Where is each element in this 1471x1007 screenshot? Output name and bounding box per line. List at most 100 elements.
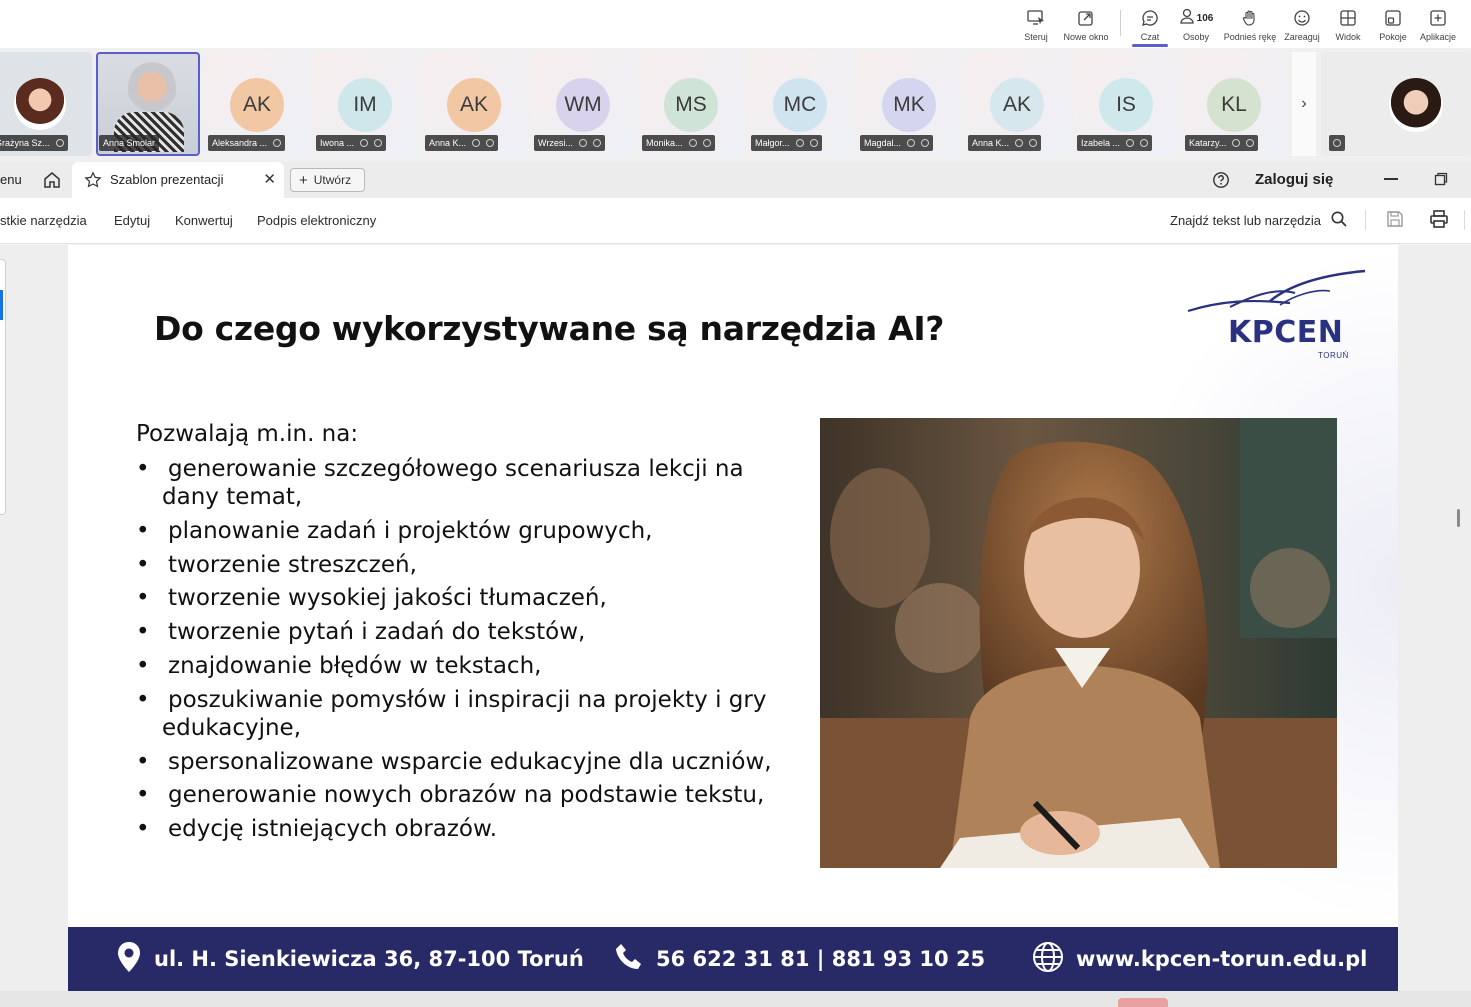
slide-bullet-list: generowanie szczegółowego scenariusza le… (136, 455, 836, 849)
participant-name: Anna Smolar (103, 138, 156, 148)
raise-hand-icon (1242, 8, 1258, 28)
participant-tile[interactable]: WM Wrzesi... (531, 52, 635, 156)
participant-name: Monika... (646, 138, 683, 148)
list-item: tworzenie wysokiej jakości tłumaczeń, (136, 584, 836, 612)
participant-name: Małgor... (755, 138, 790, 148)
participant-name: Anna K... (972, 138, 1010, 148)
participant-name: Katarzy... (1189, 138, 1227, 148)
mic-off-icon (921, 139, 930, 147)
mic-off-icon (273, 139, 282, 147)
react-button[interactable]: Zareaguj (1276, 8, 1328, 44)
phone-icon (614, 942, 644, 977)
chat-button[interactable]: Czat (1124, 8, 1176, 44)
mic-off-icon (1333, 139, 1341, 147)
search-icon[interactable] (1330, 210, 1348, 233)
participant-tile[interactable]: AK Anna K... (965, 52, 1069, 156)
list-item: spersonalizowane wsparcie edukacyjne dla… (136, 748, 836, 776)
star-icon[interactable] (84, 171, 102, 194)
view-icon (1339, 8, 1357, 28)
gallery-next-button[interactable]: › (1292, 52, 1316, 156)
acrobat-tab-bar: enu Szablon prezentacji ✕ + Utwórz Zalog… (0, 162, 1471, 198)
participant-name: Wrzesi... (538, 138, 573, 148)
participant-tile[interactable]: MK Magdal... (857, 52, 961, 156)
participant-tile-active-speaker[interactable]: Anna Smolar (96, 52, 200, 156)
participant-avatar: AK (990, 78, 1044, 132)
menu-convert[interactable]: Konwertuj (175, 213, 233, 228)
participant-name: Aleksandra ... (212, 138, 268, 148)
list-item: tworzenie streszczeń, (136, 551, 836, 579)
participant-tile[interactable]: AK Anna K... (422, 52, 526, 156)
print-icon[interactable] (1429, 209, 1449, 234)
mic-off-icon (1029, 139, 1038, 147)
camera-off-icon (472, 139, 481, 147)
participant-avatar: MC (773, 78, 827, 132)
chat-icon (1141, 8, 1159, 28)
left-side-panel[interactable] (0, 259, 6, 515)
close-tab-icon[interactable]: ✕ (263, 170, 276, 188)
minimize-icon[interactable] (1384, 178, 1398, 180)
document-tab[interactable]: Szablon prezentacji ✕ (72, 162, 284, 198)
people-button[interactable]: 106 Osoby (1170, 8, 1222, 44)
kpcen-logo: KPCEN TORUŃ (1180, 267, 1370, 367)
menu-all-tools[interactable]: stkie narzędzia (0, 213, 87, 228)
help-icon[interactable] (1212, 171, 1230, 194)
participant-name: Magdal... (864, 138, 902, 148)
menu-e-signature[interactable]: Podpis elektroniczny (257, 213, 376, 228)
create-button[interactable]: + Utwórz (290, 168, 365, 192)
self-view-tile[interactable] (1321, 52, 1471, 156)
participant-name: Anna K... (429, 138, 467, 148)
chevron-right-icon: › (1301, 95, 1307, 112)
participant-avatar: MS (664, 78, 718, 132)
mic-off-icon (55, 139, 64, 147)
mic-off-icon (374, 139, 383, 147)
find-text-or-tools[interactable]: Znajdź tekst lub narzędzia (1170, 213, 1321, 228)
participant-avatar: KL (1207, 78, 1261, 132)
home-icon[interactable] (42, 170, 62, 195)
participant-tile[interactable]: Grażyna Sz... (0, 52, 92, 156)
participant-tile[interactable]: MC Małgor... (748, 52, 852, 156)
save-icon[interactable] (1386, 210, 1404, 233)
mic-off-icon (592, 139, 601, 147)
participant-tile[interactable]: MS Monika... (639, 52, 743, 156)
participant-tile[interactable]: KL Katarzy... (1182, 52, 1286, 156)
participant-name: Izabela ... (1081, 138, 1121, 148)
participant-tile[interactable]: AK Aleksandra ... (205, 52, 309, 156)
sign-in-button[interactable]: Zaloguj się (1255, 171, 1333, 188)
share-control-button[interactable]: Steruj (1010, 8, 1062, 44)
menu-button[interactable]: enu (0, 172, 22, 187)
list-item: generowanie szczegółowego scenariusza le… (136, 455, 836, 511)
mic-off-icon (702, 139, 711, 147)
logo-wordmark: KPCEN (1228, 315, 1344, 350)
raise-hand-button[interactable]: Podnieś rękę (1224, 8, 1276, 44)
list-item: generowanie nowych obrazów na podstawie … (136, 781, 836, 809)
student-illustration (820, 418, 1337, 868)
participant-tile[interactable]: IS Izabela ... (1074, 52, 1178, 156)
camera-off-icon (907, 139, 916, 147)
new-window-button[interactable]: Nowe okno (1060, 8, 1112, 44)
slide-intro-text: Pozwalają m.in. na: (136, 421, 359, 447)
scrollbar-thumb[interactable] (1457, 509, 1460, 527)
active-tab-indicator (1132, 44, 1168, 47)
participant-name: Iwona ... (320, 138, 355, 148)
people-icon (1179, 7, 1195, 30)
menu-edit[interactable]: Edytuj (114, 213, 150, 228)
participant-gallery: Grażyna Sz... Anna Smolar AK Aleksandra … (0, 48, 1471, 162)
camera-off-icon (688, 139, 697, 147)
toolbar-divider (1120, 10, 1121, 36)
participant-avatar: WM (556, 78, 610, 132)
participant-tile[interactable]: IM Iwona ... (313, 52, 417, 156)
camera-off-icon (1232, 139, 1241, 147)
list-item: edycję istniejących obrazów. (136, 815, 836, 843)
mic-off-icon (1140, 139, 1149, 147)
rooms-icon (1384, 8, 1402, 28)
mic-off-icon (809, 139, 818, 147)
apps-button[interactable]: Aplikacje (1412, 8, 1464, 44)
slide-photo-student-writing (820, 418, 1337, 868)
list-item: poszukiwanie pomysłów i inspiracji na pr… (136, 686, 836, 742)
create-button-label: Utwórz (313, 173, 352, 187)
restore-window-icon[interactable] (1434, 172, 1448, 191)
slide-footer: ul. H. Sienkiewicza 36, 87-100 Toruń 56 … (68, 927, 1398, 991)
panel-indicator (0, 290, 3, 320)
participant-avatar: AK (230, 78, 284, 132)
list-item: tworzenie pytań i zadań do tekstów, (136, 618, 836, 646)
